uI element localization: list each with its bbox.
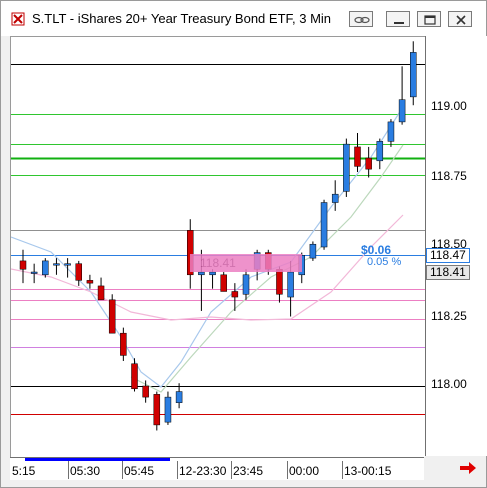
candle-body (287, 271, 294, 298)
window-title: S.TLT - iShares 20+ Year Treasury Bond E… (32, 11, 332, 26)
x-tick-label: 05:45 (124, 464, 155, 478)
candle[interactable] (30, 263, 38, 284)
candle-body (242, 274, 250, 295)
x-tick-label: 05:30 (70, 464, 101, 478)
candle-body (42, 260, 49, 276)
y-tick-label: 119.00 (431, 99, 467, 113)
candle[interactable] (242, 269, 250, 300)
candle-body (209, 271, 216, 276)
candle[interactable] (86, 274, 94, 289)
candle-body (97, 285, 105, 301)
candle-body (131, 363, 138, 390)
y-tick-label: 118.75 (431, 169, 467, 183)
time-range-bar (25, 458, 170, 461)
y-tick-label: 118.25 (431, 309, 467, 323)
candle[interactable] (42, 258, 49, 278)
candle-body (410, 52, 417, 98)
maximize-button[interactable] (417, 11, 441, 27)
change-percent: 0.05 % (367, 256, 402, 268)
y-tick-label: 118.00 (431, 377, 467, 391)
x-tick (177, 461, 178, 479)
app-icon (11, 12, 25, 26)
candle-body (354, 146, 361, 167)
chart-window: S.TLT - iShares 20+ Year Treasury Bond E… (0, 0, 487, 488)
time-axis[interactable]: 5:15 05:30 05:45 12-23:30 23:45 00:00 13… (10, 457, 424, 480)
x-tick-label: 5:15 (12, 464, 36, 478)
candle-body (376, 141, 384, 162)
change-amount: $0.06 (361, 243, 392, 257)
candle[interactable] (365, 146, 372, 178)
candle[interactable] (53, 258, 60, 275)
entry-price-label[interactable]: 118.41 (190, 254, 302, 272)
candle[interactable] (320, 199, 328, 250)
x-tick-label: 00:00 (289, 464, 320, 478)
link-icon (354, 16, 370, 24)
candle[interactable] (410, 41, 417, 106)
candle-body (231, 291, 239, 298)
candle[interactable] (398, 66, 406, 125)
candle[interactable] (164, 391, 172, 425)
candle-body (120, 332, 127, 356)
candle[interactable] (97, 277, 105, 301)
x-tick-label: 13-00:15 (344, 464, 392, 478)
current-price-tag: 118.47 (426, 248, 470, 263)
candle-body (53, 263, 60, 266)
candle-body (30, 271, 38, 274)
candle[interactable] (331, 180, 339, 211)
x-tick (122, 461, 123, 479)
candle[interactable] (153, 391, 161, 431)
minimize-icon (394, 22, 404, 24)
x-tick-label: 12-23:30 (179, 464, 227, 478)
candle-body (153, 394, 161, 426)
candle[interactable] (387, 119, 395, 147)
scroll-to-latest-arrow-icon[interactable] (458, 460, 478, 476)
candle-body (198, 271, 205, 276)
candle-body (387, 121, 395, 142)
candle[interactable] (343, 138, 350, 197)
candle-body (220, 274, 227, 292)
candle[interactable] (19, 249, 27, 284)
candle[interactable] (64, 258, 71, 278)
x-tick (231, 461, 232, 479)
minimize-button[interactable] (386, 11, 410, 27)
candle-body (398, 99, 406, 123)
close-button[interactable] (448, 11, 472, 27)
candle[interactable] (376, 138, 384, 170)
close-icon (456, 15, 466, 25)
candle-body (320, 202, 328, 248)
candle-body (108, 299, 116, 334)
candle-body (64, 263, 71, 266)
candle-body (75, 263, 82, 281)
candle-body (142, 385, 149, 398)
candle-body (19, 260, 27, 270)
candle-body (365, 157, 372, 170)
x-tick (342, 461, 343, 479)
x-tick (287, 461, 288, 479)
candle[interactable] (220, 272, 227, 292)
maximize-icon (424, 15, 436, 25)
link-button[interactable] (349, 11, 373, 27)
x-tick (68, 461, 69, 479)
price-axis[interactable]: 119.00 118.75 118.50 118.25 118.00 118.4… (425, 36, 487, 456)
price-plot[interactable]: 118.41 $0.06 0.05 % (10, 30, 425, 457)
candle[interactable] (108, 294, 116, 334)
last-price-tag: 118.41 (426, 265, 470, 280)
candle-body (164, 396, 172, 423)
candle[interactable] (120, 327, 127, 361)
candle-body (343, 143, 350, 192)
candle[interactable] (309, 241, 317, 261)
candle-body (276, 268, 283, 295)
title-bar[interactable]: S.TLT - iShares 20+ Year Treasury Bond E… (1, 1, 486, 36)
candle-body (86, 280, 94, 284)
candle-body (309, 243, 317, 259)
candle[interactable] (354, 133, 361, 172)
candle-body (175, 391, 183, 403)
candle[interactable] (209, 269, 216, 289)
x-tick-label: 23:45 (233, 464, 264, 478)
candle-body (331, 193, 339, 203)
